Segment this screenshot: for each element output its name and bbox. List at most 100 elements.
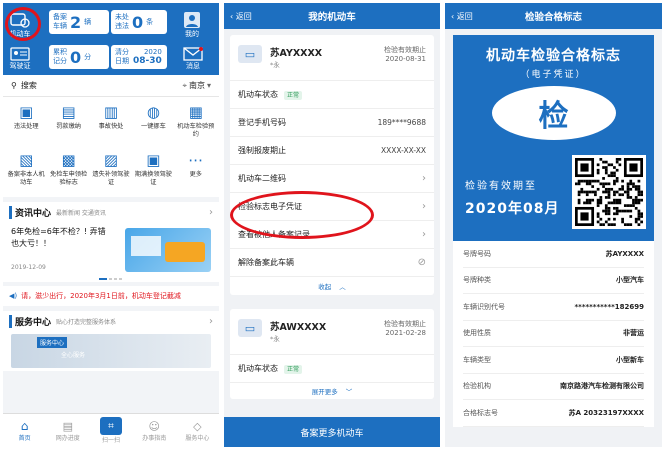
grid-item-register-vehicle[interactable]: ▧ 备案非本人机动车 [5, 151, 47, 195]
grid-item-violation-handling[interactable]: ▣ 违法处理 [5, 103, 47, 147]
grid-label: 罚款缴纳 [56, 123, 81, 130]
link-icon: ⊘ [417, 257, 426, 268]
grid-item-renew-license[interactable]: ▣ 期满换领驾驶证 [132, 151, 174, 195]
grid-item-inspection-booking[interactable]: ▦ 机动车检验预约 [175, 103, 217, 147]
grid-label: 机动车检验预约 [177, 123, 215, 138]
expand-label: 展开更多 [311, 388, 338, 396]
tab-service[interactable]: ◇ 服务中心 [176, 414, 219, 447]
chevron-up-icon: ︿ [339, 283, 346, 291]
info-key: 合格标志号 [463, 408, 498, 417]
register-more-button[interactable]: 备案更多机动车 [224, 417, 440, 447]
stat-value: 2 [70, 12, 82, 32]
car-icon: ▭ [238, 45, 262, 63]
info-value: 非营运 [623, 329, 644, 338]
chevron-right-icon: › [422, 173, 426, 184]
search-bar[interactable]: ⚲ 搜索 ⌖ 南京 ▾ [3, 75, 219, 97]
service-banner[interactable]: 服务中心 全心服务 [3, 331, 219, 371]
unhandled-violations-badge[interactable]: 未处 违法 0条 [111, 10, 167, 34]
row-vehicle-status[interactable]: 机动车状态 正常 [230, 81, 434, 109]
news-header[interactable]: 资讯中心 最新新闻 交通资讯 › [3, 202, 219, 222]
service-header[interactable]: 服务中心 贴心打造完整服务体系 › [3, 311, 219, 331]
inspection-seal: 检 [491, 86, 616, 140]
stat-label: 日期 [115, 57, 129, 65]
highlight-circle [230, 191, 374, 239]
row-label: 强制报废期止 [238, 146, 286, 155]
search-icon: ⚲ [11, 81, 17, 90]
grid-item-accident-quick[interactable]: ▥ 事故快处 [90, 103, 132, 147]
chevron-down-icon: ﹀ [345, 388, 353, 396]
pending-vehicles-badge[interactable]: 备案 车辆 2辆 [49, 10, 109, 34]
tile-driving-license[interactable]: 驾驶证 [9, 47, 31, 71]
plate-sub: *永 [270, 61, 280, 69]
back-button[interactable]: ‹ 返回 [451, 11, 473, 22]
grid-item-exempt-label[interactable]: ▩ 免检车申领检验标志 [47, 151, 89, 195]
search-input[interactable]: 搜索 [21, 80, 183, 91]
row-label: 机动车二维码 [238, 174, 286, 183]
fine-payment-icon: ▤ [61, 103, 76, 121]
row-label: 解除备案此车辆 [238, 258, 294, 267]
tile-mine[interactable]: 我的 [183, 11, 201, 39]
news-item[interactable]: 6年免检=6年不检？! 弄错也大亏！！ 2019-12-09 [3, 222, 219, 282]
row-label: 登记手机号码 [238, 118, 286, 127]
guide-icon: ☺ [148, 419, 160, 433]
vehicle-header[interactable]: ▭ 苏AYXXXX *永 检验有效期止 2020-08-31 [230, 35, 434, 81]
chevron-right-icon: › [422, 201, 426, 212]
grid-item-reissue-license[interactable]: ▨ 遗失补领驾驶证 [90, 151, 132, 195]
tab-guide[interactable]: ☺ 办事指南 [133, 414, 176, 447]
stat-label: 备案 [53, 13, 67, 21]
expiry-date: 2021-02-28 [385, 329, 426, 337]
tab-label: 首页 [18, 435, 31, 442]
plate-number: 苏AWXXXX [270, 322, 327, 333]
clear-date-badge[interactable]: 清分 日期 2020 08-30 [111, 45, 167, 69]
back-label: 返回 [235, 11, 252, 21]
notice-bar[interactable]: ◀) 请，滋少出行，2020年3月1日前，机动车登记截减 [3, 286, 219, 306]
service-grid: ▣ 违法处理 ▤ 罚款缴纳 ▥ 事故快处 ◍ 一键挪车 ▦ 机动车检验预约 ▧ 备案非本人机动车 ▩ 免检… [3, 97, 219, 197]
certificate-details: 号牌号码 苏AYXXXX 号牌种类 小型汽车 车辆识别代号 ***********1826… [453, 241, 654, 427]
row-cancel-registration[interactable]: 解除备案此车辆 ⊘ [230, 249, 434, 277]
id-card-icon [9, 47, 31, 61]
grid-label: 免检车申领检验标志 [50, 171, 88, 186]
tab-label: 服务中心 [185, 434, 210, 442]
more-icon: ⋯ [188, 151, 204, 169]
info-value: 苏A 20323197XXXX [568, 408, 644, 417]
tile-messages[interactable]: 消息 [183, 47, 203, 71]
stat-label: 累积 [53, 48, 67, 56]
info-key: 号牌号码 [463, 249, 491, 258]
row-vehicle-qrcode[interactable]: 机动车二维码 › [230, 165, 434, 193]
points-badge[interactable]: 累积 记分 0分 [49, 45, 109, 69]
row-scrap-deadline[interactable]: 强制报废期止 XXXX-XX-XX [230, 137, 434, 165]
grid-item-fine-payment[interactable]: ▤ 罚款缴纳 [47, 103, 89, 147]
scan-icon: ⌗ [100, 417, 122, 435]
chevron-right-icon: › [209, 315, 213, 327]
tab-progress[interactable]: ▤ 网办进度 [46, 414, 89, 447]
grid-item-more[interactable]: ⋯ 更多 [175, 151, 217, 195]
exempt-label-icon: ▩ [61, 151, 76, 169]
vehicle-header[interactable]: ▭ 苏AWXXXX *永 检验有效期止 2021-02-28 [230, 309, 434, 355]
tab-label: 扫一扫 [102, 437, 121, 444]
info-key: 使用性质 [463, 329, 491, 338]
vehicle-status-row[interactable]: 机动车状态 正常 [230, 355, 434, 383]
status-badge: 正常 [284, 91, 303, 100]
back-button[interactable]: ‹ 返回 [230, 11, 252, 22]
back-label: 返回 [456, 11, 473, 21]
expiry-label: 检验有效期止 [384, 320, 426, 328]
nav-bar: ‹ 返回 我的机动车 [224, 3, 440, 29]
stat-value: 0 [70, 47, 82, 67]
grid-label: 一键挪车 [141, 123, 166, 130]
row-phone-number[interactable]: 登记手机号码 189****9688 [230, 109, 434, 137]
stat-label: 未处 [115, 13, 129, 21]
collapse-button[interactable]: 收起 ︿ [230, 277, 434, 295]
tab-home[interactable]: ⌂ 首页 [3, 414, 46, 447]
grid-label: 备案非本人机动车 [7, 171, 45, 186]
expand-button[interactable]: 展开更多 ﹀ [230, 383, 434, 399]
info-value: ***********182699 [574, 302, 645, 311]
city-selector[interactable]: 南京 [189, 80, 205, 91]
stat-label: 记分 [53, 57, 67, 65]
grid-label: 事故快处 [98, 123, 124, 130]
banner-caption: 全心服务 [61, 352, 86, 359]
tab-scan[interactable]: ⌗ 扫一扫 [89, 414, 132, 447]
person-icon [183, 11, 201, 29]
grid-item-move-car[interactable]: ◍ 一键挪车 [132, 103, 174, 147]
info-row-inspection-agency: 检验机构 南京路港汽车检测有限公司 [463, 374, 644, 400]
info-row-vehicle-type: 车辆类型 小型新车 [463, 347, 644, 374]
